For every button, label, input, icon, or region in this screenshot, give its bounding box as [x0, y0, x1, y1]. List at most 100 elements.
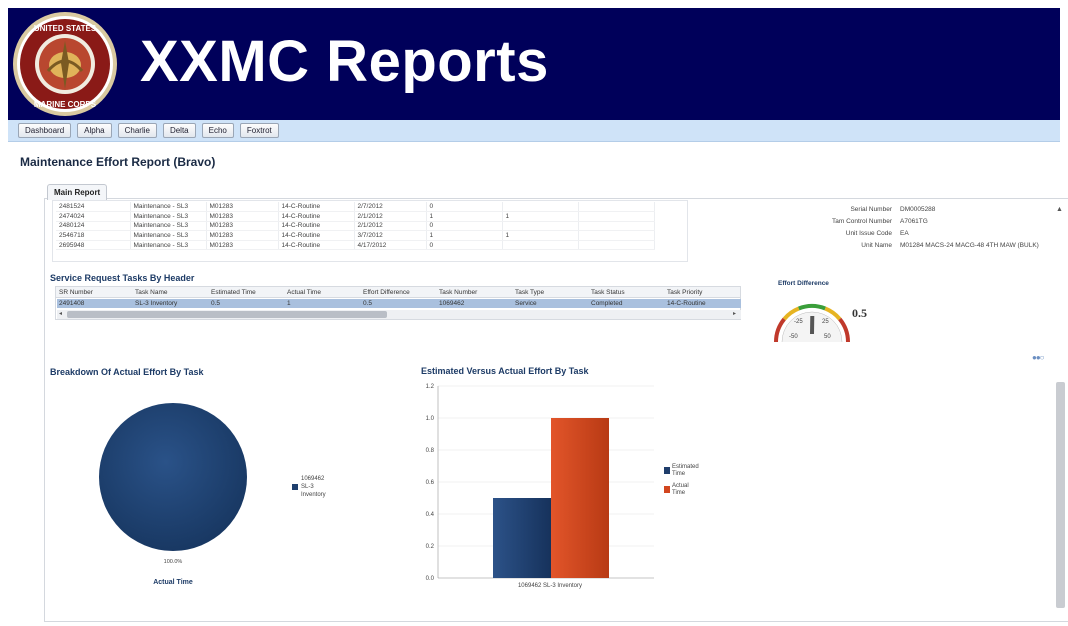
column-header[interactable]: Estimated Time: [211, 289, 256, 296]
table-cell: Service: [515, 300, 537, 307]
table-cell: 1: [426, 211, 503, 222]
tasks-table: SR Number Task Name Estimated Time Actua…: [55, 286, 741, 320]
y-tick-label: 1.0: [426, 416, 435, 422]
table-cell: 0.5: [211, 300, 221, 307]
table-cell: 14-C-Routine: [278, 240, 355, 251]
table-cell: 0.5: [363, 300, 373, 307]
legend-swatch-estimated: [664, 467, 670, 474]
marine-corps-seal-logo: UNITED STATES MARINE CORPS: [13, 12, 117, 116]
table-cell: [502, 221, 579, 232]
column-header[interactable]: SR Number: [59, 289, 93, 296]
table-cell: [578, 230, 655, 241]
scroll-right-arrow-icon[interactable]: ▸: [733, 310, 736, 317]
nav-foxtrot-button[interactable]: Foxtrot: [239, 123, 279, 138]
detail-value: M01284 MACS-24 MACG-48 4TH MAW (BULK): [900, 242, 1039, 249]
table-cell: 2695948: [56, 240, 131, 251]
horizontal-scrollbar[interactable]: ◂ ▸: [57, 310, 741, 319]
nav-alpha-button[interactable]: Alpha: [77, 123, 112, 138]
legend-label: Estimated: [672, 464, 699, 470]
y-tick-label: 1.2: [426, 384, 435, 390]
table-row[interactable]: 2480124 Maintenance - SL3 M01283 14-C-Routi…: [56, 221, 655, 232]
table-cell: [502, 202, 579, 213]
y-tick-label: 0.2: [426, 544, 435, 550]
nav-delta-button[interactable]: Delta: [162, 123, 196, 138]
table-cell: [502, 240, 579, 251]
legend-label: Actual: [672, 483, 689, 489]
gauge-needle: [810, 315, 815, 335]
table-cell: 14-C-Routine: [278, 202, 355, 213]
table-row[interactable]: 2474024 Maintenance - SL3 M01283 14-C-Routi…: [56, 211, 655, 222]
table-cell: 2480124: [56, 221, 131, 232]
pie-slice[interactable]: [99, 403, 247, 551]
detail-value: A7061TG: [900, 218, 928, 225]
column-header[interactable]: Effort Difference: [363, 289, 410, 296]
table-cell: [578, 221, 655, 232]
tab-main-report[interactable]: Main Report: [47, 184, 108, 200]
gauge-title: Effort Difference: [778, 280, 829, 287]
y-tick-label: 0.0: [426, 576, 435, 582]
app-title: XXMC Reports: [140, 29, 549, 94]
table-cell: Maintenance - SL3: [130, 221, 207, 232]
table-cell: SL-3 Inventory: [135, 300, 178, 307]
nav-charlie-button[interactable]: Charlie: [117, 123, 157, 138]
scrollbar-thumb[interactable]: [67, 311, 387, 318]
legend-label: Time: [672, 471, 686, 477]
table-cell: 14-C-Routine: [278, 230, 355, 241]
pie-chart-title: Breakdown Of Actual Effort By Task: [50, 367, 204, 377]
scroll-left-arrow-icon[interactable]: ◂: [59, 310, 62, 317]
header-banner: UNITED STATES MARINE CORPS XXMC Reports: [8, 8, 1060, 120]
tasks-table-header: SR Number Task Name Estimated Time Actua…: [56, 287, 740, 298]
bar-estimated-time[interactable]: [493, 498, 551, 578]
bar-actual-time[interactable]: [551, 418, 609, 578]
bar-chart: 0.0 0.2 0.4 0.6 0.8 1.0 1.2 1069462 SL-3 Inven…: [426, 384, 699, 589]
pie-slice-label: 100.0%: [164, 559, 183, 565]
tasks-heading: Service Request Tasks By Header: [50, 273, 195, 283]
table-cell: 4/17/2012: [354, 240, 427, 251]
table-row[interactable]: 2491408 SL-3 Inventory 0.5 1 0.5 1069462…: [57, 299, 741, 308]
effort-difference-gauge: -25 25 -50 50: [774, 304, 850, 343]
table-cell: 2/1/2012: [354, 221, 427, 232]
table-row[interactable]: 2481524 Maintenance - SL3 M01283 14-C-Routi…: [56, 202, 655, 213]
table-cell: 2546718: [56, 230, 131, 241]
table-cell: Maintenance - SL3: [130, 202, 207, 213]
column-header[interactable]: Task Type: [515, 289, 544, 296]
column-header[interactable]: Task Number: [439, 289, 477, 296]
main-nav: Dashboard Alpha Charlie Delta Echo Foxtr…: [8, 120, 1060, 142]
table-cell: 2491408: [59, 300, 85, 307]
pie-xlabel: Actual Time: [153, 579, 193, 586]
column-header[interactable]: Task Status: [591, 289, 625, 296]
y-tick-label: 0.6: [426, 480, 435, 486]
table-cell: [578, 202, 655, 213]
table-cell: 3/7/2012: [354, 230, 427, 241]
nav-echo-button[interactable]: Echo: [201, 123, 234, 138]
table-cell: [578, 240, 655, 251]
table-cell: 2/7/2012: [354, 202, 427, 213]
gauge-tick-label: 25: [822, 319, 829, 325]
legend-label: 1069462: [301, 476, 325, 482]
column-header[interactable]: Task Priority: [667, 289, 702, 296]
scroll-up-arrow-icon[interactable]: ▲: [1056, 206, 1063, 213]
table-cell: Maintenance - SL3: [130, 230, 207, 241]
gauge-tick-label: -25: [794, 319, 803, 325]
table-cell: M01283: [206, 240, 279, 251]
y-tick-label: 0.8: [426, 448, 435, 454]
report-page: UNITED STATES MARINE CORPS XXMC Reports …: [0, 0, 1068, 626]
gauge-tick-label: -50: [789, 334, 798, 340]
svg-text:MARINE CORPS: MARINE CORPS: [34, 100, 97, 109]
legend-label: Time: [672, 490, 686, 496]
svg-text:UNITED STATES: UNITED STATES: [34, 24, 97, 33]
table-row[interactable]: 2546718 Maintenance - SL3 M01283 14-C-Routi…: [56, 230, 655, 241]
table-cell: Maintenance - SL3: [130, 211, 207, 222]
table-cell: 1: [287, 300, 291, 307]
detail-label: Tam Control Number: [832, 218, 892, 225]
column-header[interactable]: Task Name: [135, 289, 168, 296]
column-header[interactable]: Actual Time: [287, 289, 321, 296]
nav-dashboard-button[interactable]: Dashboard: [18, 123, 72, 138]
table-row[interactable]: 2695948 Maintenance - SL3 M01283 14-C-Routi…: [56, 240, 655, 251]
detail-value: DM0005288: [900, 206, 936, 213]
table-cell: M01283: [206, 202, 279, 213]
table-cell: M01283: [206, 230, 279, 241]
table-cell: 1069462: [439, 300, 465, 307]
pagination-dots-icon[interactable]: ●●○: [1032, 353, 1044, 362]
vertical-scrollbar[interactable]: [1056, 382, 1065, 608]
